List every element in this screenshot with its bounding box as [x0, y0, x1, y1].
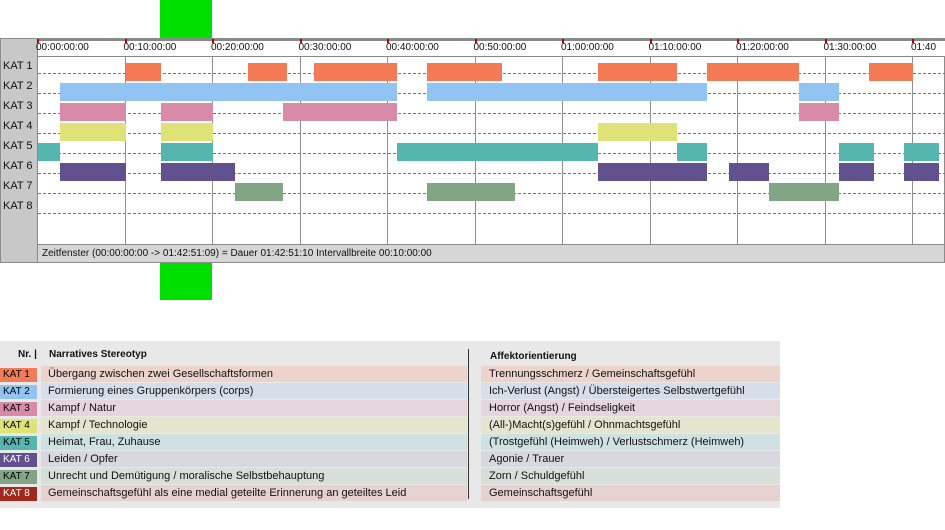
legend-category-code: KAT 2 — [0, 385, 37, 399]
legend-stereotype: Heimat, Frau, Zuhause — [41, 434, 467, 450]
category-segment-bar[interactable] — [160, 163, 235, 181]
legend-row: KAT 6 Leiden / Opfer Agonie / Trauer — [0, 451, 780, 468]
category-segment-bar[interactable] — [598, 123, 677, 141]
status-bar: Zeitfenster (00:00:00:00 -> 01:42:51:09)… — [38, 244, 944, 262]
ruler-time-label: 01:20:00:00 — [736, 42, 789, 53]
time-ruler: 00:00:00:00 00:10:00:00 00:20:00:00 00:30:0… — [36, 39, 945, 57]
category-segment-bar[interactable] — [838, 163, 874, 181]
category-segment-bar[interactable] — [59, 123, 126, 141]
category-segment-bar[interactable] — [904, 143, 940, 161]
legend-category-code: KAT 4 — [0, 419, 37, 433]
category-segment-bar[interactable] — [160, 103, 213, 121]
category-segment-bar[interactable] — [729, 163, 769, 181]
category-segment-bar[interactable] — [904, 163, 940, 181]
category-segment-bar[interactable] — [234, 183, 283, 201]
highlight-marker-top — [160, 0, 212, 38]
category-segment-bar[interactable] — [38, 143, 60, 161]
legend-row: KAT 3 Kampf / Natur Horror (Angst) / Feind… — [0, 400, 780, 417]
category-label: KAT 1 — [3, 60, 33, 72]
ruler-time-label: 01:10:00:00 — [648, 42, 702, 53]
ruler-top-border — [38, 39, 945, 41]
category-label: KAT 7 — [3, 180, 33, 192]
legend-header-stereotype: Narratives Stereotyp — [49, 349, 147, 360]
legend-stereotype: Gemeinschaftsgefühl als eine medial gete… — [41, 485, 467, 501]
category-label: KAT 3 — [3, 100, 33, 112]
ruler-time-label: 01:30:00:00 — [823, 42, 877, 53]
legend-affect: Horror (Angst) / Feindseligkeit — [481, 400, 780, 416]
legend-row: KAT 1 Übergang zwischen zwei Gesellschaft… — [0, 366, 780, 383]
legend-row: KAT 8 Gemeinschaftsgefühl als eine medial… — [0, 485, 780, 502]
category-segment-bar[interactable] — [396, 143, 598, 161]
category-segment-bar[interactable] — [283, 103, 397, 121]
legend-table: Nr. | Narratives Stereotyp Affektorienti… — [0, 341, 780, 508]
category-label: KAT 6 — [3, 160, 33, 172]
legend-stereotype: Kampf / Natur — [41, 400, 467, 416]
category-segment-bar[interactable] — [676, 143, 708, 161]
legend-stereotype: Formierung eines Gruppenkörpers (corps) — [41, 383, 467, 399]
legend-stereotype: Übergang zwischen zwei Gesellschaftsform… — [41, 366, 467, 382]
category-segment-bar[interactable] — [799, 83, 839, 101]
ruler-time-label: 00:50:00:00 — [473, 42, 527, 53]
legend-affect: (All-)Macht(s)gefühl / Ohnmachtsgefühl — [481, 417, 780, 433]
legend-category-code: KAT 3 — [0, 402, 37, 416]
ruler-time-label: 01:00:00:00 — [561, 42, 614, 53]
category-segment-bar[interactable] — [869, 63, 913, 81]
category-segment-bar[interactable] — [125, 63, 161, 81]
legend-affect: Trennungsschmerz / Gemeinschaftsgefühl — [481, 366, 780, 382]
category-segment-bar[interactable] — [59, 103, 126, 121]
legend-row: KAT 5 Heimat, Frau, Zuhause (Trostgefühl (… — [0, 434, 780, 451]
ruler-time-label: 00:20:00:00 — [211, 42, 264, 53]
ruler-time-label: 00:40:00:00 — [386, 42, 439, 53]
legend-category-code: KAT 1 — [0, 368, 37, 382]
legend-category-code: KAT 6 — [0, 453, 37, 467]
legend-row: KAT 2 Formierung eines Gruppenkörpers (co… — [0, 383, 780, 400]
category-segment-bar[interactable] — [427, 63, 502, 81]
legend-affect: Ich-Verlust (Angst) / Übersteigertes Sel… — [481, 383, 780, 399]
row-separator — [38, 213, 945, 214]
legend-affect: Agonie / Trauer — [481, 451, 780, 467]
timeline-chart: KAT 1 KAT 2 KAT 3 KAT 4 KAT 5 KAT 6 KAT 7 KAT 8… — [0, 38, 945, 263]
category-segment-bar[interactable] — [313, 63, 397, 81]
category-label: KAT 8 — [3, 200, 33, 212]
category-segment-bar[interactable] — [59, 83, 397, 101]
legend-row: KAT 7 Unrecht und Demütigung / moralische… — [0, 468, 780, 485]
legend-stereotype: Kampf / Technologie — [41, 417, 467, 433]
category-segment-bar[interactable] — [427, 183, 515, 201]
timeline-plot — [38, 57, 945, 244]
legend-affect: Zorn / Schuldgefühl — [481, 468, 780, 484]
category-segment-bar[interactable] — [248, 63, 288, 81]
category-label: KAT 2 — [3, 80, 33, 92]
legend-row: KAT 4 Kampf / Technologie (All-)Macht(s)ge… — [0, 417, 780, 434]
legend-category-code: KAT 8 — [0, 487, 37, 501]
category-segment-bar[interactable] — [598, 163, 708, 181]
category-segment-bar[interactable] — [598, 63, 677, 81]
ruler-time-label: 01:40 — [911, 42, 937, 53]
ruler-time-label: 00:10:00:00 — [123, 42, 177, 53]
interval-gridline — [737, 57, 738, 244]
category-segment-bar[interactable] — [59, 163, 126, 181]
legend-header-nr: Nr. | — [18, 349, 37, 360]
highlight-marker-bottom — [160, 263, 212, 300]
legend-affect: (Trostgefühl (Heimweh) / Verlustschmerz … — [481, 434, 780, 450]
category-segment-bar[interactable] — [799, 103, 839, 121]
category-segment-bar[interactable] — [707, 63, 800, 81]
legend-stereotype: Unrecht und Demütigung / moralische Selb… — [41, 468, 467, 484]
ruler-time-label: 00:30:00:00 — [298, 42, 352, 53]
legend-category-code: KAT 7 — [0, 470, 37, 484]
legend-category-code: KAT 5 — [0, 436, 37, 450]
category-segment-bar[interactable] — [427, 83, 708, 101]
category-segment-bar[interactable] — [160, 123, 213, 141]
category-segment-bar[interactable] — [768, 183, 839, 201]
legend-header-affekt: Affektorientierung — [490, 351, 577, 362]
legend-affect: Gemeinschaftsgefühl — [481, 485, 780, 501]
ruler-time-label: 00:00:00:00 — [36, 42, 89, 53]
category-segment-bar[interactable] — [838, 143, 874, 161]
category-label: KAT 4 — [3, 120, 33, 132]
category-label: KAT 5 — [3, 140, 33, 152]
legend-stereotype: Leiden / Opfer — [41, 451, 467, 467]
category-column: KAT 1 KAT 2 KAT 3 KAT 4 KAT 5 KAT 6 KAT 7 KAT 8 — [1, 39, 38, 262]
category-segment-bar[interactable] — [160, 143, 213, 161]
